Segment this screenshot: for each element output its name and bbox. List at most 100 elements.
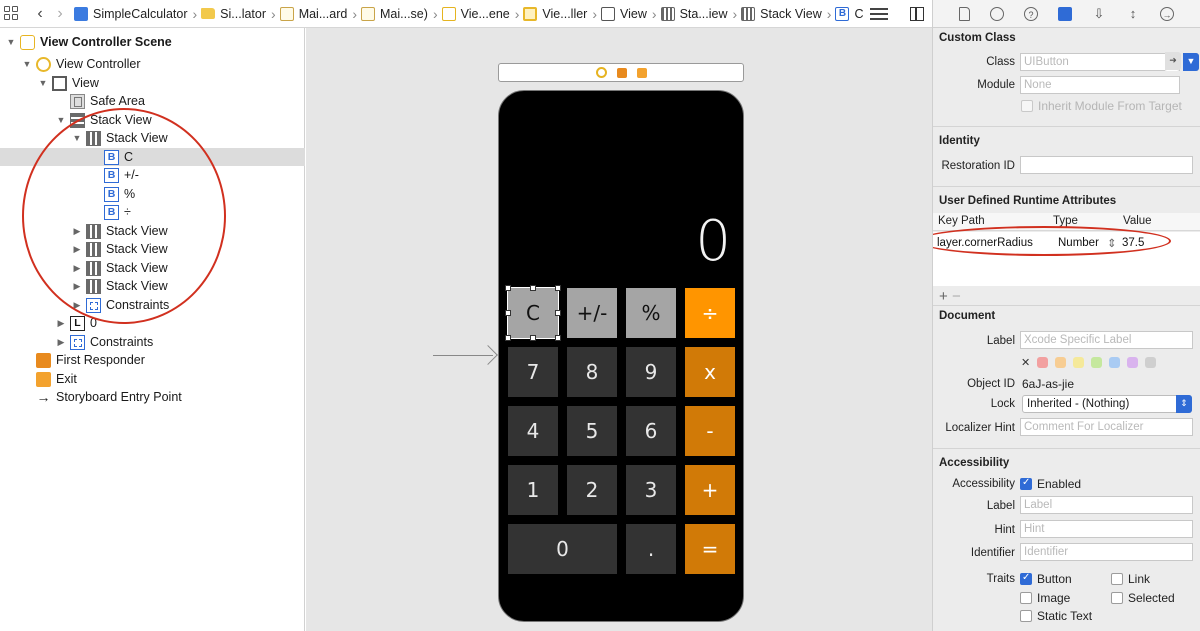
acc-hint-field[interactable]: Hint	[1020, 520, 1193, 538]
storyboard-canvas[interactable]: 0 C +/- % ÷ 7 8 9 x 4 5 6 - 1 2 3 + 0 . …	[306, 28, 932, 631]
outline-row-safe-area[interactable]: Safe Area	[0, 92, 305, 110]
outline-row-constraints[interactable]: ▶ Constraints	[0, 296, 305, 314]
eight-button[interactable]: 8	[567, 347, 617, 397]
orange-swatch[interactable]	[1055, 357, 1067, 368]
disclosure-triangle-icon[interactable]: ▶	[72, 244, 82, 255]
trait-static-text-checkbox[interactable]	[1020, 610, 1032, 622]
breadcrumb-project[interactable]: SimpleCalculator ›	[74, 6, 197, 22]
trait-link-checkbox[interactable]	[1111, 573, 1123, 585]
resize-handle[interactable]	[555, 310, 561, 316]
equals-button[interactable]: =	[685, 524, 735, 574]
purple-swatch[interactable]	[1127, 357, 1139, 368]
outline-row-view-controller[interactable]: ▼ View Controller	[0, 55, 305, 73]
class-dropdown-chevron-icon[interactable]: ▼	[1183, 53, 1199, 71]
nine-button[interactable]: 9	[626, 347, 676, 397]
outline-row-stack-view[interactable]: ▶ Stack View	[0, 222, 305, 240]
size-inspector-icon[interactable]: ↕	[1126, 6, 1140, 21]
storyboard-entry-arrow-icon[interactable]	[433, 345, 498, 365]
history-inspector-icon[interactable]	[990, 6, 1004, 21]
identity-inspector-icon[interactable]	[1058, 6, 1072, 21]
outline-row-storyboard-entry[interactable]: → Storyboard Entry Point	[0, 388, 305, 406]
key-path-header[interactable]: Key Path	[938, 215, 985, 227]
trait-button-checkbox[interactable]	[1020, 572, 1032, 585]
breadcrumb-stack-view-inner[interactable]: Stack View ›	[741, 6, 831, 22]
resize-handle[interactable]	[505, 335, 511, 341]
zero-button[interactable]: 0	[508, 524, 617, 574]
class-arrow-icon[interactable]: ➜	[1164, 52, 1181, 71]
disclosure-triangle-icon[interactable]: ▶	[72, 263, 82, 274]
outline-row-stack-view[interactable]: ▼ Stack View	[0, 111, 305, 129]
back-chevron-icon[interactable]: ‹	[30, 5, 50, 23]
plus-button[interactable]: +	[685, 465, 735, 515]
sign-button[interactable]: +/-	[567, 288, 617, 338]
outline-row-button-divide[interactable]: B ÷	[0, 203, 305, 221]
quick-help-icon[interactable]: ?	[1024, 6, 1038, 21]
class-field[interactable]: UIButton	[1020, 53, 1180, 71]
breadcrumb-storyboard[interactable]: Mai...ard ›	[279, 6, 357, 22]
related-items-grid-icon[interactable]	[4, 5, 20, 22]
percent-button[interactable]: %	[626, 288, 676, 338]
scene-dock[interactable]	[498, 63, 744, 82]
disclosure-triangle-icon[interactable]: ▼	[38, 78, 48, 88]
file-inspector-icon[interactable]	[959, 6, 970, 21]
breadcrumb-button[interactable]: BC	[835, 6, 863, 21]
blue-swatch[interactable]	[1109, 357, 1121, 368]
breadcrumb-stack-view-outer[interactable]: Sta...iew ›	[660, 6, 737, 22]
outline-row-stack-view[interactable]: ▼ Stack View	[0, 129, 305, 147]
green-swatch[interactable]	[1091, 357, 1103, 368]
disclosure-triangle-icon[interactable]: ▼	[22, 59, 32, 69]
exit-icon[interactable]	[636, 67, 647, 78]
inherit-module-checkbox[interactable]	[1021, 100, 1033, 112]
breadcrumb-view-controller[interactable]: Vie...ller ›	[523, 6, 597, 22]
key-path-cell[interactable]: layer.cornerRadius	[937, 237, 1033, 249]
restoration-id-field[interactable]	[1020, 156, 1193, 174]
runtime-attributes-table[interactable]: layer.cornerRadius Number ⇕ 37.5	[933, 232, 1200, 286]
red-swatch[interactable]	[1037, 357, 1049, 368]
connections-inspector-icon[interactable]: →	[1160, 6, 1174, 21]
breadcrumb-view[interactable]: View ›	[601, 6, 657, 22]
clear-button[interactable]: C	[507, 287, 559, 339]
resize-handle[interactable]	[555, 335, 561, 341]
four-button[interactable]: 4	[508, 406, 558, 456]
type-cell[interactable]: Number	[1058, 237, 1099, 249]
add-editor-icon[interactable]	[910, 7, 924, 21]
outline-row-button-percent[interactable]: B%	[0, 185, 305, 203]
type-stepper-icon[interactable]: ⇕	[1107, 236, 1117, 250]
six-button[interactable]: 6	[626, 406, 676, 456]
acc-label-field[interactable]: Label	[1020, 496, 1193, 514]
acc-identifier-field[interactable]: Identifier	[1020, 543, 1193, 561]
outline-row-stack-view[interactable]: ▶ Stack View	[0, 240, 305, 258]
accessibility-enabled-checkbox[interactable]	[1020, 477, 1032, 490]
resize-handle[interactable]	[530, 285, 536, 291]
yellow-swatch[interactable]	[1073, 357, 1085, 368]
forward-chevron-icon[interactable]: ›	[50, 5, 70, 23]
minus-icon[interactable]: −	[952, 288, 961, 305]
disclosure-triangle-icon[interactable]: ▶	[56, 337, 66, 348]
one-button[interactable]: 1	[508, 465, 558, 515]
type-header[interactable]: Type	[1053, 215, 1078, 227]
attributes-inspector-icon[interactable]: ⇩	[1092, 6, 1106, 21]
trait-selected-checkbox[interactable]	[1111, 592, 1123, 604]
document-outline-lines-icon[interactable]	[870, 8, 888, 20]
outline-row-first-responder[interactable]: First Responder	[0, 351, 305, 369]
disclosure-triangle-icon[interactable]: ▶	[72, 281, 82, 292]
first-responder-cube-icon[interactable]	[616, 67, 627, 78]
outline-row-button-c[interactable]: BC	[0, 148, 305, 166]
divide-button[interactable]: ÷	[685, 288, 735, 338]
module-field[interactable]: None	[1020, 76, 1180, 94]
outline-row-view[interactable]: ▼ View	[0, 74, 305, 92]
result-label[interactable]: 0	[695, 209, 731, 274]
two-button[interactable]: 2	[567, 465, 617, 515]
document-label-field[interactable]: Xcode Specific Label	[1020, 331, 1193, 349]
decimal-button[interactable]: .	[626, 524, 676, 574]
three-button[interactable]: 3	[626, 465, 676, 515]
resize-handle[interactable]	[505, 310, 511, 316]
outline-row-label-0[interactable]: ▶ L 0	[0, 314, 305, 332]
disclosure-triangle-icon[interactable]: ▼	[72, 133, 82, 143]
disclosure-triangle-icon[interactable]: ▶	[72, 226, 82, 237]
view-controller-icon[interactable]	[595, 67, 607, 78]
minus-button[interactable]: -	[685, 406, 735, 456]
disclosure-triangle-icon[interactable]: ▼	[56, 115, 66, 125]
outline-row-stack-view[interactable]: ▶ Stack View	[0, 259, 305, 277]
lock-popup[interactable]: Inherited - (Nothing) ⇕	[1022, 395, 1192, 413]
